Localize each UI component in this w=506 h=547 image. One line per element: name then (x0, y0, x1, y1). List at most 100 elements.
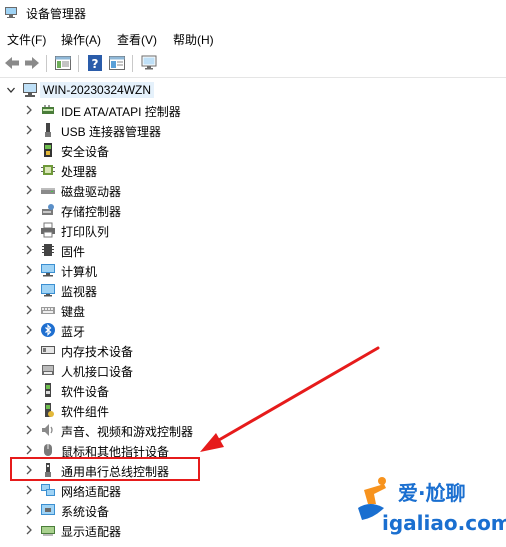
tree-item[interactable]: 存储控制器 (0, 200, 506, 220)
scan-hardware-icon[interactable] (140, 54, 158, 72)
window-title: 设备管理器 (26, 7, 87, 21)
bluetooth-icon (41, 323, 55, 337)
tree-item-label: IDE ATA/ATAPI 控制器 (61, 105, 181, 119)
help-icon[interactable]: ? (86, 54, 104, 72)
tree-item-label: 软件设备 (61, 385, 110, 399)
tree-item[interactable]: 软件组件 (0, 400, 506, 420)
tree-item[interactable]: 磁盘驱动器 (0, 180, 506, 200)
tree-item-label: 显示适配器 (61, 525, 122, 539)
tree-item-label: 计算机 (61, 265, 98, 279)
title-bar: 设备管理器 (0, 0, 506, 26)
chevron-right-icon[interactable] (24, 344, 34, 356)
forward-icon[interactable] (23, 54, 41, 72)
keyboard-icon (41, 307, 55, 314)
tree-item-label: 软件组件 (61, 405, 110, 419)
chevron-right-icon[interactable] (24, 384, 34, 396)
svg-text:?: ? (92, 57, 99, 71)
menu-view[interactable]: 查看(V) (117, 31, 157, 48)
chevron-right-icon[interactable] (24, 224, 34, 236)
computer-name: WIN-20230324WZN (40, 82, 155, 98)
properties-icon[interactable] (108, 54, 126, 72)
chevron-right-icon[interactable] (24, 524, 34, 536)
tree-item-label: 存储控制器 (61, 205, 122, 219)
tree-item-label: 监视器 (61, 285, 98, 299)
watermark-title: 爱·尬聊 (398, 481, 466, 505)
show-hide-console-tree-icon[interactable] (54, 54, 72, 72)
tree-item[interactable]: 蓝牙 (0, 320, 506, 340)
chevron-right-icon[interactable] (24, 144, 34, 156)
system-device-icon (41, 504, 55, 515)
monitor-icon (41, 284, 55, 297)
tree-item[interactable]: 软件设备 (0, 380, 506, 400)
tree-item[interactable]: 内存技术设备 (0, 340, 506, 360)
menu-help[interactable]: 帮助(H) (173, 31, 214, 48)
tree-item[interactable]: 处理器 (0, 160, 506, 180)
sound-icon (42, 424, 53, 436)
hid-icon (42, 365, 54, 375)
chevron-right-icon[interactable] (24, 424, 34, 436)
tree-item[interactable]: 声音、视频和游戏控制器 (0, 420, 506, 440)
mouse-icon (44, 444, 52, 456)
ide-controller-icon (42, 105, 54, 114)
computer-root-icon (23, 83, 37, 97)
chevron-right-icon[interactable] (24, 444, 34, 456)
watermark-domain: igaliao.com (382, 511, 506, 535)
chevron-right-icon[interactable] (24, 364, 34, 376)
menu-bar: 文件(F) 操作(A) 查看(V) 帮助(H) (0, 28, 506, 50)
device-manager-icon (5, 7, 17, 18)
tree-item-label: USB 连接器管理器 (61, 125, 162, 139)
tree-item-label: 网络适配器 (61, 485, 122, 499)
tree-item[interactable]: 安全设备 (0, 140, 506, 160)
tree-item[interactable]: USB 连接器管理器 (0, 120, 506, 140)
chevron-right-icon[interactable] (24, 124, 34, 136)
display-adapter-icon (41, 526, 55, 536)
software-component-icon (45, 403, 54, 417)
tree-item-label: 键盘 (61, 305, 86, 319)
tree-item[interactable]: IDE ATA/ATAPI 控制器 (0, 100, 506, 120)
toolbar-separator (132, 55, 133, 72)
chevron-right-icon[interactable] (24, 504, 34, 516)
firmware-icon (42, 244, 54, 256)
tree-item-label: 磁盘驱动器 (61, 185, 122, 199)
chevron-right-icon[interactable] (24, 484, 34, 496)
tree-item-label: 打印队列 (61, 225, 110, 239)
chevron-right-icon[interactable] (24, 204, 34, 216)
chevron-right-icon[interactable] (24, 184, 34, 196)
tree-root[interactable]: WIN-20230324WZN (0, 80, 506, 100)
tree-item[interactable]: 键盘 (0, 300, 506, 320)
computer-icon (41, 264, 55, 277)
tree-item-label: 安全设备 (61, 145, 110, 159)
chevron-down-icon[interactable] (6, 84, 16, 96)
menu-action[interactable]: 操作(A) (61, 31, 101, 48)
memory-technology-icon (41, 346, 55, 354)
chevron-right-icon[interactable] (24, 264, 34, 276)
chevron-right-icon[interactable] (24, 244, 34, 256)
chevron-right-icon[interactable] (24, 404, 34, 416)
toolbar-separator (78, 55, 79, 72)
back-icon[interactable] (3, 54, 21, 72)
chevron-right-icon[interactable] (24, 284, 34, 296)
chevron-right-icon[interactable] (24, 304, 34, 316)
toolbar-separator (46, 55, 47, 72)
menu-file[interactable]: 文件(F) (7, 31, 46, 48)
tree-item[interactable]: 固件 (0, 240, 506, 260)
tree-item[interactable]: 人机接口设备 (0, 360, 506, 380)
chevron-right-icon[interactable] (24, 324, 34, 336)
highlight-box (10, 457, 200, 481)
tree-item[interactable]: 打印队列 (0, 220, 506, 240)
watermark-logo: 爱·尬聊 igaliao.com (358, 477, 506, 535)
tree-item-label: 蓝牙 (61, 325, 86, 339)
tree-item-label: 人机接口设备 (61, 365, 134, 379)
tree-item-label: 固件 (61, 245, 86, 259)
tree-item[interactable]: 计算机 (0, 260, 506, 280)
chevron-right-icon[interactable] (24, 164, 34, 176)
network-adapter-icon (41, 484, 55, 496)
tree-item-label: 系统设备 (61, 505, 110, 519)
software-device-icon (45, 383, 51, 397)
security-device-icon (44, 143, 52, 157)
chevron-right-icon[interactable] (24, 104, 34, 116)
tree-item[interactable]: 监视器 (0, 280, 506, 300)
tree-item-label: 声音、视频和游戏控制器 (61, 425, 194, 439)
storage-controller-icon (42, 204, 54, 215)
toolbar: ? (0, 50, 506, 78)
